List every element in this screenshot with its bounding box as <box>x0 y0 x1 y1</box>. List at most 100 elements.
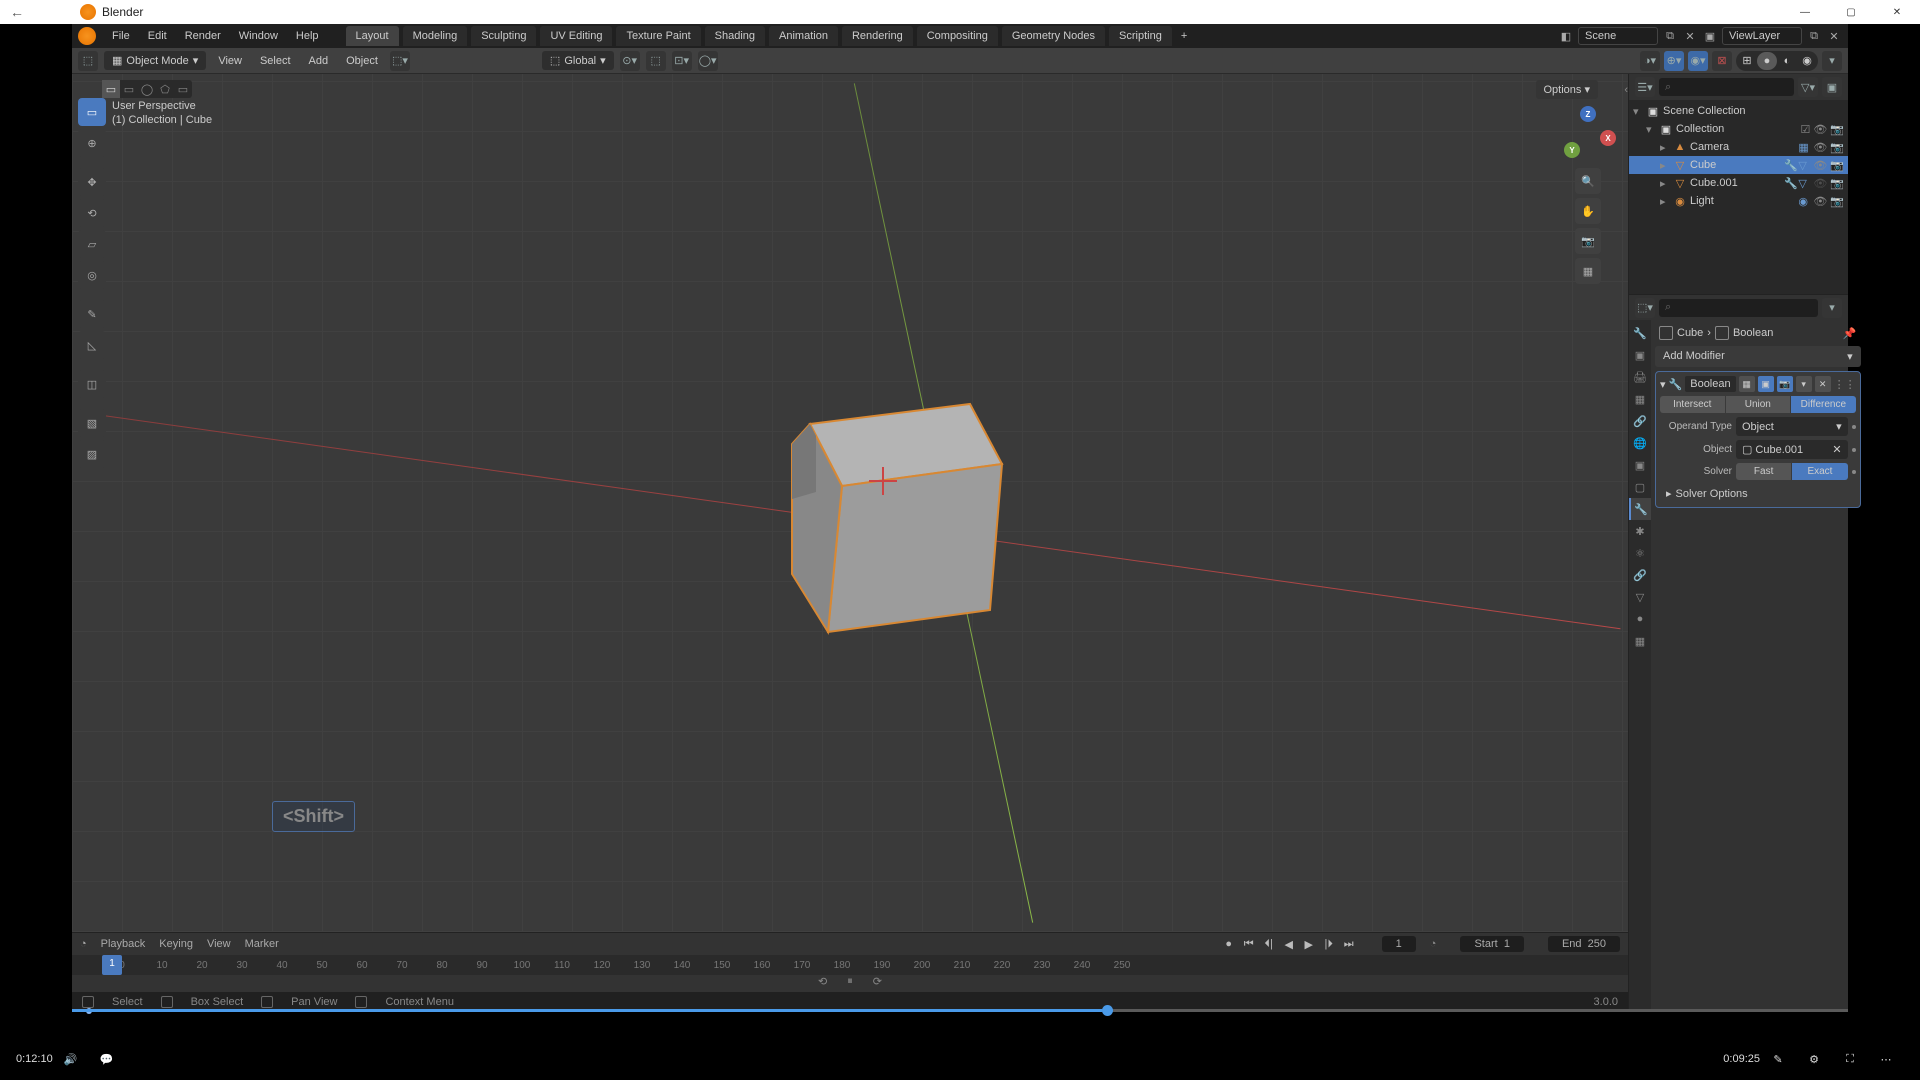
play-icon[interactable]: ▶ <box>1300 936 1318 952</box>
tab-modeling[interactable]: Modeling <box>403 26 468 46</box>
minimize-button[interactable]: — <box>1782 0 1828 24</box>
tab-layout[interactable]: Layout <box>346 26 399 46</box>
ptab-material[interactable]: ● <box>1629 608 1651 630</box>
viewlayer-del-icon[interactable]: ✕ <box>1826 28 1842 44</box>
mod-delete-icon[interactable]: ✕ <box>1815 376 1831 392</box>
tl-rewind-icon[interactable]: ⟲ <box>818 975 827 993</box>
scene-selector[interactable]: Scene <box>1578 27 1658 45</box>
viewport-3d[interactable]: ▭ ▭ ◯ ⬠ ▭ User Perspective (1) Collectio… <box>72 74 1628 932</box>
tool-addcube[interactable]: ◫ <box>78 370 106 398</box>
tool-select[interactable]: ▭ <box>78 98 106 126</box>
eye-closed-icon[interactable]: 👁 <box>1813 177 1827 190</box>
bc-object[interactable]: Cube <box>1677 327 1703 339</box>
tl-forward-icon[interactable]: ⟳ <box>873 975 882 993</box>
more-icon[interactable]: ⋯ <box>1872 1045 1900 1073</box>
mode-selector[interactable]: ▦ Object Mode▾ <box>104 51 206 70</box>
menu-window[interactable]: Window <box>231 27 286 45</box>
outliner-light[interactable]: ▸◉ Light ◉ 👁📷 <box>1629 192 1848 210</box>
ptab-physics[interactable]: ⚛ <box>1629 542 1651 564</box>
tab-sculpting[interactable]: Sculpting <box>471 26 536 46</box>
col-check-icon[interactable]: ☑ <box>1800 123 1810 136</box>
fullscreen-icon[interactable]: ⛶ <box>1836 1045 1864 1073</box>
eye-icon[interactable]: 👁 <box>1813 195 1827 208</box>
outliner-type-icon[interactable]: ☰▾ <box>1635 77 1655 97</box>
ptab-constraints[interactable]: 🔗 <box>1629 564 1651 586</box>
eye-icon[interactable]: 👁 <box>1813 123 1827 136</box>
selmode-box[interactable]: ▭ <box>120 80 138 98</box>
outliner-camera[interactable]: ▸▲ Camera ▦ 👁📷 <box>1629 138 1848 156</box>
render-icon[interactable]: 📷 <box>1830 123 1844 136</box>
ptab-render[interactable]: ▣ <box>1629 344 1651 366</box>
anim-dot[interactable] <box>1852 470 1856 474</box>
mod-extra-icon[interactable]: ▾ <box>1796 376 1812 392</box>
collection-row[interactable]: ▾▣ Collection ☑👁📷 <box>1629 120 1848 138</box>
pin-icon[interactable]: 📌 <box>1843 327 1857 340</box>
tool-transform[interactable]: ◎ <box>78 261 106 289</box>
render-icon[interactable]: 📷 <box>1830 177 1844 190</box>
solver-exact[interactable]: Exact <box>1792 463 1847 480</box>
keyframe-next-icon[interactable]: |⏵ <box>1320 936 1338 952</box>
tl-playback[interactable]: Playback <box>101 938 146 950</box>
outliner-cube001[interactable]: ▸▽ Cube.001 🔧▽ 👁📷 <box>1629 174 1848 192</box>
scene-del-icon[interactable]: ✕ <box>1682 28 1698 44</box>
tab-texpaint[interactable]: Texture Paint <box>616 26 700 46</box>
clear-object-icon[interactable]: ✕ <box>1832 443 1841 456</box>
render-icon[interactable]: 📷 <box>1830 195 1844 208</box>
add-workspace-button[interactable]: + <box>1175 27 1193 45</box>
close-button[interactable]: ✕ <box>1874 0 1920 24</box>
ptab-particles[interactable]: ✱ <box>1629 520 1651 542</box>
tool-scale[interactable]: ▱ <box>78 230 106 258</box>
camera-view-icon[interactable]: 📷 <box>1575 228 1601 254</box>
obj-visibility-icon[interactable]: ◑▾ <box>1640 51 1660 71</box>
volume-icon[interactable]: 🔊 <box>57 1045 85 1073</box>
op-intersect[interactable]: Intersect <box>1660 396 1725 413</box>
outliner-search[interactable]: ⌕ <box>1659 78 1794 96</box>
tl-keying[interactable]: Keying <box>159 938 193 950</box>
ptab-texture[interactable]: ▦ <box>1629 630 1651 652</box>
tool-move[interactable]: ✥ <box>78 168 106 196</box>
selmode-tweak[interactable]: ▭ <box>102 80 120 98</box>
scene-icon[interactable]: ◧ <box>1558 28 1574 44</box>
cc-icon[interactable]: 💬 <box>93 1045 121 1073</box>
mesh-cube[interactable] <box>772 374 1012 654</box>
snap-icon[interactable]: ⬚ <box>646 51 666 71</box>
keyframe-prev-icon[interactable]: ⏴| <box>1260 936 1278 952</box>
end-frame[interactable]: End 250 <box>1548 936 1620 952</box>
tool-annotate[interactable]: ✎ <box>78 300 106 328</box>
maximize-button[interactable]: ▢ <box>1828 0 1874 24</box>
settings-icon[interactable]: ⚙ <box>1800 1045 1828 1073</box>
tool-rotate[interactable]: ⟲ <box>78 199 106 227</box>
start-frame[interactable]: Start 1 <box>1460 936 1523 952</box>
solver-options-toggle[interactable]: ▸Solver Options <box>1660 484 1856 503</box>
menu-help[interactable]: Help <box>288 27 327 45</box>
viewlayer-icon[interactable]: ▣ <box>1702 28 1718 44</box>
tab-compositing[interactable]: Compositing <box>917 26 998 46</box>
gizmo-icon[interactable]: ⊕▾ <box>1664 51 1684 71</box>
add-modifier-button[interactable]: Add Modifier▾ <box>1655 346 1861 367</box>
props-type-icon[interactable]: ⬚▾ <box>1635 298 1655 318</box>
header-object[interactable]: Object <box>340 52 384 70</box>
operand-type-select[interactable]: Object▾ <box>1736 417 1848 436</box>
scene-collection-row[interactable]: ▾▣ Scene Collection <box>1629 102 1848 120</box>
transform-orientation[interactable]: ⬚Global▾ <box>542 51 614 70</box>
ptab-tool[interactable]: 🔧 <box>1629 322 1651 344</box>
render-icon[interactable]: 📷 <box>1830 159 1844 172</box>
tool-extra2[interactable]: ▨ <box>78 440 106 468</box>
tl-editor-icon[interactable]: ◔ <box>80 938 87 950</box>
shading-solid[interactable]: ● <box>1757 52 1777 70</box>
eye-icon[interactable]: 👁 <box>1813 159 1827 172</box>
outliner-new-col-icon[interactable]: ▣ <box>1822 77 1842 97</box>
playhead[interactable]: 1 <box>102 955 122 975</box>
selmode-circle[interactable]: ◯ <box>138 80 156 98</box>
tool-extra1[interactable]: ▧ <box>78 409 106 437</box>
anim-dot[interactable] <box>1852 425 1856 429</box>
ptab-scene[interactable]: 🔗 <box>1629 410 1651 432</box>
tl-marker[interactable]: Marker <box>245 938 279 950</box>
tool-cursor[interactable]: ⊕ <box>78 129 106 157</box>
eye-icon[interactable]: 👁 <box>1813 141 1827 154</box>
tl-view[interactable]: View <box>207 938 231 950</box>
orientation-icon[interactable]: ⬚▾ <box>390 51 410 71</box>
viewport-options[interactable]: Options ▾ <box>1536 80 1599 99</box>
header-add[interactable]: Add <box>303 52 335 70</box>
ptab-data[interactable]: ▽ <box>1629 586 1651 608</box>
